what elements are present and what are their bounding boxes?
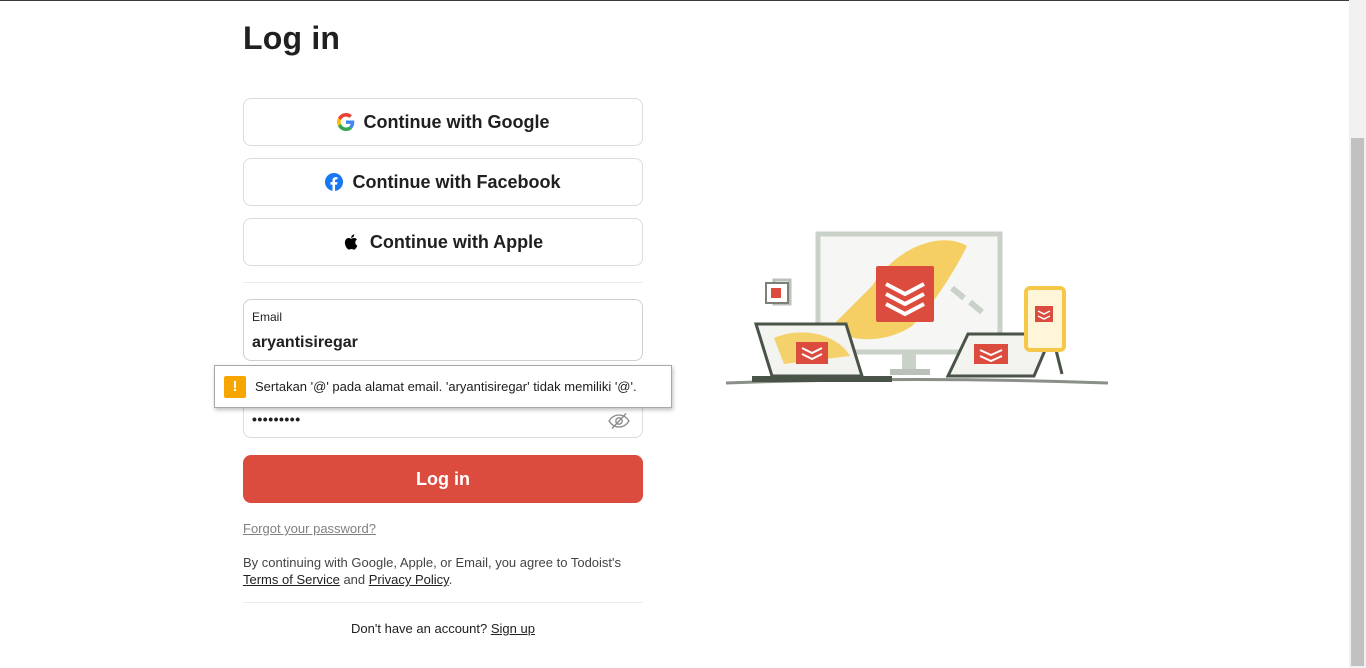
email-label: Email (252, 310, 283, 324)
terms-prefix: By continuing with Google, Apple, or Ema… (243, 555, 622, 570)
terms-conjunction: and (343, 572, 366, 587)
continue-with-facebook-button[interactable]: Continue with Facebook (243, 158, 643, 206)
email-field[interactable]: Email aryantisiregar (243, 299, 643, 361)
forgot-password-link[interactable]: Forgot your password? (243, 521, 376, 536)
browser-top-border (0, 0, 1349, 1)
email-input[interactable]: aryantisiregar (252, 334, 358, 352)
scrollbar[interactable] (1349, 0, 1366, 668)
signup-prompt: Don't have an account? (351, 621, 488, 636)
signup-row: Don't have an account? Sign up (243, 621, 643, 636)
eye-off-icon[interactable] (608, 412, 630, 430)
continue-with-apple-button[interactable]: Continue with Apple (243, 218, 643, 266)
page-title: Log in (243, 20, 341, 56)
terms-notice: By continuing with Google, Apple, or Ema… (243, 554, 643, 588)
divider (243, 282, 643, 283)
apple-button-label: Continue with Apple (369, 231, 544, 252)
facebook-icon (325, 173, 344, 191)
devices-illustration (722, 226, 1110, 396)
validation-message: Sertakan '@' pada alamat email. 'aryanti… (255, 379, 637, 394)
divider (243, 602, 643, 603)
password-input[interactable]: ••••••••• (252, 411, 301, 427)
continue-with-google-button[interactable]: Continue with Google (243, 98, 643, 146)
google-button-label: Continue with Google (363, 111, 550, 132)
terms-of-service-link[interactable]: Terms of Service (243, 572, 340, 587)
apple-icon (343, 233, 361, 251)
warning-icon: ! (224, 375, 246, 398)
privacy-policy-link[interactable]: Privacy Policy (369, 572, 449, 587)
google-icon (336, 113, 355, 131)
email-validation-tooltip: ! Sertakan '@' pada alamat email. 'aryan… (214, 365, 672, 408)
sign-up-link[interactable]: Sign up (491, 621, 535, 636)
login-button[interactable]: Log in (243, 455, 643, 503)
scrollbar-thumb[interactable] (1351, 138, 1364, 666)
facebook-button-label: Continue with Facebook (352, 171, 561, 192)
terms-suffix: . (448, 572, 453, 587)
